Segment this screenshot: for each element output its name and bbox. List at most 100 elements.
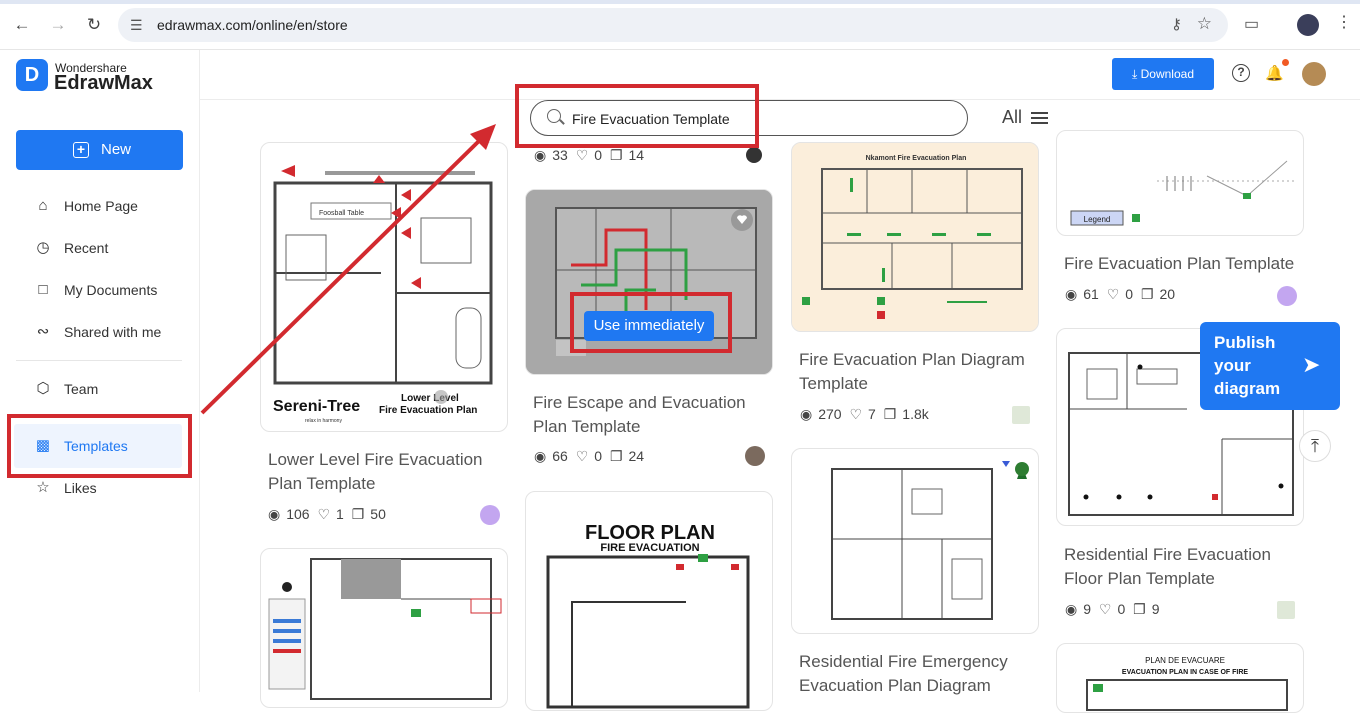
bookmark-star-icon[interactable]: ☆: [1197, 14, 1212, 34]
views-count: 66: [552, 448, 568, 464]
copy-icon: ❐: [609, 448, 623, 464]
sidebar-item-templates[interactable]: ▩ Templates: [14, 424, 182, 468]
user-avatar[interactable]: [1302, 62, 1326, 86]
template-card-fire-evac-plan[interactable]: Legend: [1056, 130, 1304, 236]
thumb-title-2: EVACUATION PLAN IN CASE OF FIRE: [1122, 669, 1248, 676]
heart-icon[interactable]: ♡: [849, 406, 862, 422]
help-icon[interactable]: ?: [1232, 64, 1250, 82]
template-icon: ▩: [35, 437, 51, 454]
author-avatar[interactable]: [1277, 601, 1295, 619]
address-bar[interactable]: ☰ edrawmax.com/online/en/store ⚷ ☆: [118, 8, 1228, 42]
plan-de-evacuare-thumbnail: PLAN DE EVACUARE EVACUATION PLAN IN CASE…: [1086, 656, 1288, 711]
lower-level-thumbnail: Foosball Table Sereni-Tree relax in harm…: [273, 165, 493, 424]
sidebar-item-home[interactable]: ⌂ Home Page: [34, 194, 138, 218]
author-avatar[interactable]: [480, 505, 500, 525]
thumb-tagline: relax in harmony: [305, 418, 342, 424]
download-button[interactable]: ⤓ Download: [1112, 58, 1214, 90]
template-card-residential-emergency[interactable]: [791, 448, 1039, 634]
residential-emergency-thumbnail: [831, 461, 1029, 620]
sidebar-item-recent[interactable]: ◷ Recent: [34, 236, 108, 260]
nkamont-thumbnail: Nkamont Fire Evacuation Plan: [792, 143, 1038, 331]
template-card-lower-level[interactable]: Foosball Table Sereni-Tree relax in harm…: [260, 142, 508, 432]
thumb-title: Nkamont Fire Evacuation Plan: [866, 155, 967, 162]
views-icon: ◉: [268, 506, 281, 522]
template-card-fire-escape[interactable]: [525, 189, 773, 375]
views-count: 270: [818, 406, 842, 422]
copies-count: 14: [628, 147, 645, 163]
home-icon: ⌂: [38, 197, 48, 214]
site-settings-icon[interactable]: ☰: [130, 17, 143, 34]
filter-label: All: [1002, 107, 1023, 127]
template-search-input[interactable]: Fire Evacuation Template: [530, 100, 968, 136]
template-card-plan-de-evacuare[interactable]: PLAN DE EVACUARE EVACUATION PLAN IN CASE…: [1056, 643, 1304, 713]
sidebar-item-likes[interactable]: ☆ Likes: [34, 476, 96, 500]
sidebar: D Wondershare EdrawMax + New ⌂ Home Page…: [0, 50, 200, 692]
reload-icon[interactable]: ↻: [83, 14, 105, 36]
logo-product[interactable]: EdrawMax: [54, 72, 153, 95]
author-avatar[interactable]: [745, 446, 765, 466]
search-icon: [547, 109, 561, 123]
thumb-title-1: PLAN DE EVACUARE: [1145, 656, 1225, 665]
template-card-floor-plan[interactable]: FLOOR PLAN FIRE EVACUATION: [525, 491, 773, 711]
copies-count: 24: [628, 448, 645, 464]
sidebar-item-team[interactable]: ⬡ Team: [34, 377, 98, 401]
bell-icon[interactable]: 🔔: [1265, 64, 1284, 82]
views-count: 106: [286, 506, 310, 522]
heart-icon[interactable]: ♡: [1107, 286, 1120, 302]
new-button[interactable]: + New: [16, 130, 183, 170]
template-stats-top: ◉ 33 ♡ 0 ❐ 14: [534, 147, 644, 164]
copies-count: 9: [1151, 601, 1160, 617]
back-to-top-button[interactable]: ⤒: [1299, 430, 1331, 462]
use-immediately-button[interactable]: Use immediately: [584, 311, 714, 341]
likes-count: 0: [594, 448, 603, 464]
floor-plan-thumbnail: FLOOR PLAN FIRE EVACUATION: [546, 522, 750, 709]
heart-icon[interactable]: ♡: [1099, 601, 1112, 617]
author-avatar[interactable]: [1277, 286, 1297, 306]
template-title[interactable]: Residential Fire Emergency Evacuation Pl…: [799, 650, 1039, 698]
views-icon: ◉: [800, 406, 813, 422]
edrawmax-logo-icon[interactable]: D: [16, 59, 48, 91]
extensions-icon[interactable]: ▭: [1244, 14, 1259, 34]
emergency-info-thumbnail: [268, 558, 502, 700]
url-text[interactable]: edrawmax.com/online/en/store: [157, 17, 348, 33]
clock-icon: ◷: [36, 239, 50, 256]
copies-count: 1.8k: [902, 406, 929, 422]
star-icon: ☆: [36, 479, 50, 496]
template-stats: ◉ 270 ♡ 7 ❐ 1.8k: [800, 406, 929, 423]
sidebar-item-label: Team: [64, 381, 99, 397]
template-title[interactable]: Lower Level Fire Evacuation Plan Templat…: [268, 448, 508, 496]
search-query[interactable]: Fire Evacuation Template: [572, 111, 730, 127]
template-card-nkamont[interactable]: Nkamont Fire Evacuation Plan: [791, 142, 1039, 332]
password-key-icon[interactable]: ⚷: [1171, 15, 1182, 33]
fire-escape-thumbnail: [526, 190, 772, 374]
template-title[interactable]: Fire Evacuation Plan Template: [1064, 252, 1304, 276]
template-stats: ◉ 61 ♡ 0 ❐ 20: [1065, 286, 1175, 303]
template-card-emergency-info[interactable]: [260, 548, 508, 708]
views-count: 61: [1083, 286, 1099, 302]
likes-count: 1: [336, 506, 344, 522]
heart-icon[interactable]: ♡: [576, 147, 589, 163]
sidebar-item-my-documents[interactable]: □ My Documents: [34, 278, 157, 302]
publish-diagram-button[interactable]: Publish your diagram ➤: [1200, 322, 1340, 410]
likes-count: 0: [594, 147, 603, 163]
copy-icon: ❐: [351, 506, 365, 522]
sidebar-item-label: Home Page: [64, 198, 138, 214]
heart-icon[interactable]: ♡: [317, 506, 330, 522]
forward-icon[interactable]: →: [47, 14, 69, 36]
author-avatar[interactable]: [1012, 406, 1030, 424]
author-avatar[interactable]: [746, 147, 762, 163]
likes-count: 0: [1117, 601, 1126, 617]
template-title[interactable]: Residential Fire Evacuation Floor Plan T…: [1064, 543, 1304, 591]
back-icon[interactable]: ←: [11, 14, 33, 36]
menu-icon[interactable]: ⋮: [1336, 12, 1352, 32]
thumb-caption-1: Lower Level: [401, 393, 459, 404]
thumb-legend: Legend: [1084, 215, 1111, 224]
filter-all-button[interactable]: All: [1002, 107, 1049, 128]
new-button-label: New: [101, 141, 132, 158]
sidebar-item-shared[interactable]: ∾ Shared with me: [34, 320, 162, 344]
heart-icon[interactable]: ♡: [576, 448, 589, 464]
template-title[interactable]: Fire Evacuation Plan Diagram Template: [799, 348, 1039, 396]
profile-avatar[interactable]: [1297, 14, 1319, 36]
template-title[interactable]: Fire Escape and Evacuation Plan Template: [533, 391, 773, 439]
copy-icon: ❐: [1133, 601, 1146, 617]
